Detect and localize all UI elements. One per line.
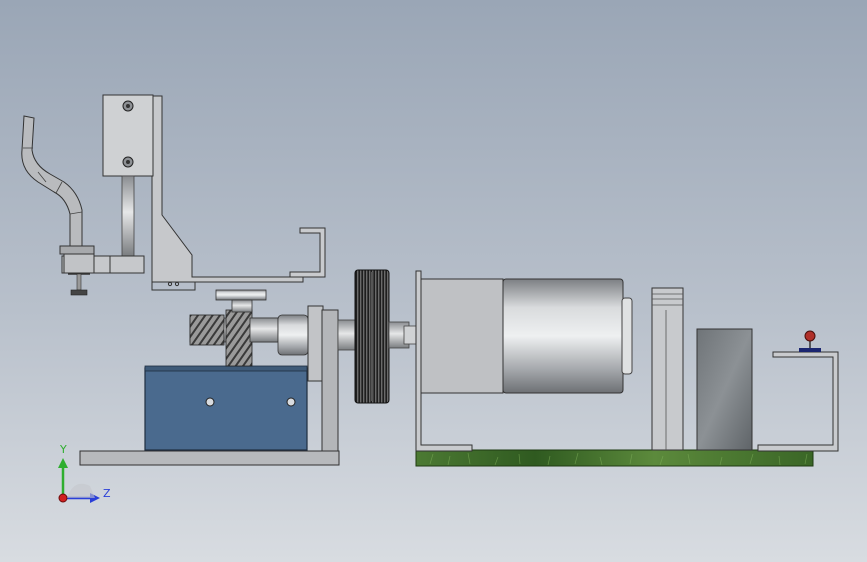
tool-tip-stem	[76, 273, 82, 291]
right-base-grass	[415, 449, 814, 467]
cad-viewport[interactable]: Y Z	[0, 0, 867, 562]
tool-clamp	[63, 253, 95, 274]
support-pillar	[651, 287, 684, 451]
motor-shaft-tip	[403, 325, 417, 345]
spur-gear-face	[371, 272, 373, 401]
motor-rear-cap	[621, 297, 633, 375]
helical-pinion	[189, 314, 225, 346]
spindle	[231, 299, 253, 313]
gear-hub	[249, 317, 279, 343]
assembly-drawing	[21, 94, 839, 503]
helical-gear	[225, 309, 253, 367]
gearbox-top-lip	[144, 365, 308, 372]
control-bracket	[757, 351, 839, 452]
frame-hole-2	[174, 281, 180, 287]
weight-block	[696, 328, 753, 451]
frame-hole-1	[167, 281, 173, 287]
tool-tip-foot	[70, 289, 88, 296]
triad-z-label: Z	[103, 487, 111, 500]
triad-y-label: Y	[60, 443, 67, 456]
gearbox-housing	[144, 367, 308, 451]
spindle-collar	[215, 289, 267, 301]
gearbox-bolt-left	[205, 397, 215, 407]
knob-base	[799, 348, 821, 352]
red-knob	[804, 330, 816, 342]
triad-x-axis	[58, 493, 68, 503]
upper-frame	[151, 95, 304, 283]
motor-body	[502, 278, 624, 394]
gearbox-bolt-right	[286, 397, 296, 407]
bearing-support-plate	[321, 309, 339, 452]
triad-plane	[67, 483, 95, 498]
bearing-support-post	[307, 305, 324, 382]
motor-endcap	[420, 278, 504, 394]
shaft-collar	[277, 314, 309, 356]
tool-head	[59, 245, 95, 255]
hook-bracket	[289, 227, 326, 278]
left-base-plate	[79, 450, 340, 466]
gooseneck-arm	[21, 115, 83, 249]
vertical-rod	[121, 175, 135, 257]
